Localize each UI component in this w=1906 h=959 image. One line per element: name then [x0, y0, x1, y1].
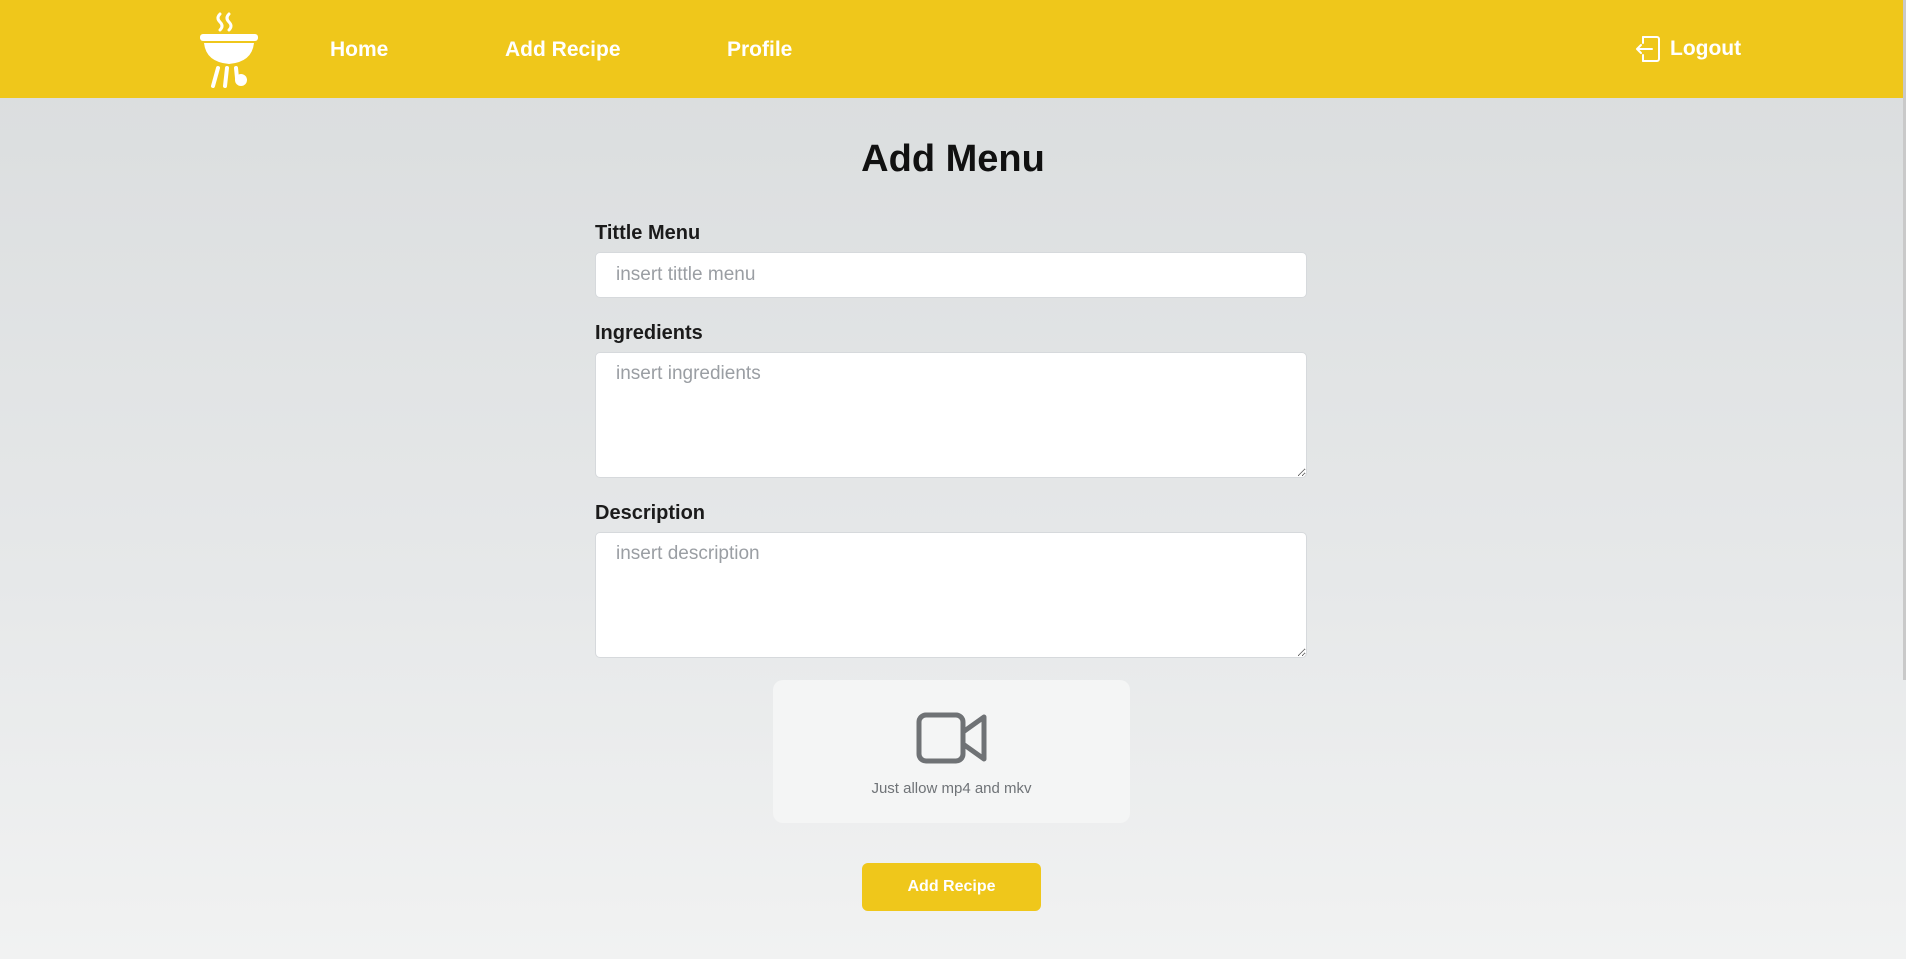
logout-label: Logout	[1670, 37, 1742, 60]
logout-door-icon	[1636, 36, 1660, 62]
title-menu-input[interactable]	[595, 252, 1307, 298]
video-upload-dropzone[interactable]: Just allow mp4 and mkv	[773, 680, 1130, 823]
navbar: Home Add Recipe Profile Logout	[0, 0, 1906, 98]
add-recipe-button[interactable]: Add Recipe	[862, 863, 1041, 911]
nav-link-profile[interactable]: Profile	[727, 36, 792, 64]
description-textarea[interactable]	[595, 532, 1307, 658]
ingredients-textarea[interactable]	[595, 352, 1307, 478]
nav-link-add-recipe[interactable]: Add Recipe	[505, 36, 621, 64]
description-label: Description	[595, 502, 706, 524]
page-title: Add Menu	[861, 138, 1045, 180]
barbecue-grill-icon[interactable]	[196, 12, 262, 88]
video-camera-icon	[916, 712, 986, 764]
logout-button[interactable]: Logout	[1634, 34, 1741, 64]
upload-hint: Just allow mp4 and mkv	[871, 780, 1032, 797]
ingredients-label: Ingredients	[595, 322, 703, 344]
title-menu-label: Tittle Menu	[595, 222, 701, 244]
nav-link-home[interactable]: Home	[330, 36, 388, 64]
